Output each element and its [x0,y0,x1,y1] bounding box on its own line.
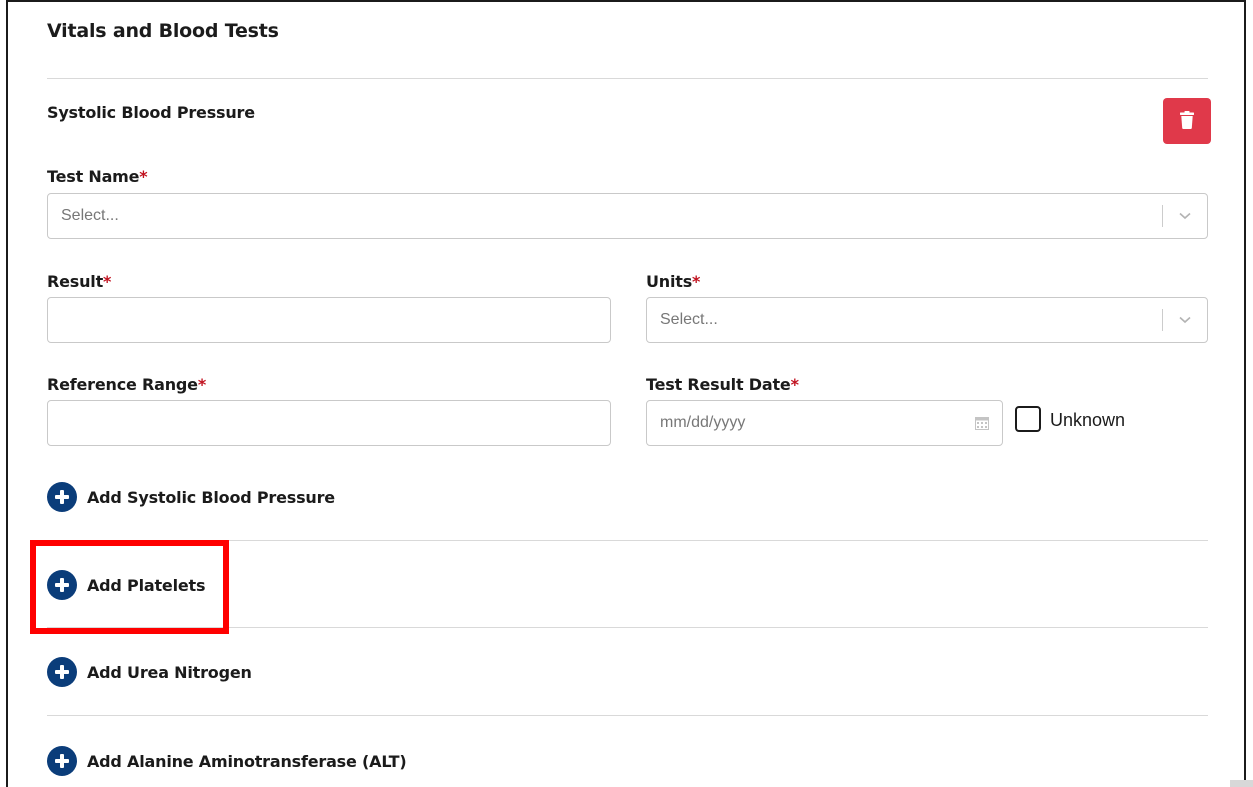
test-result-date-input[interactable]: mm/dd/yyyy [646,400,1003,446]
units-select[interactable]: Select... [646,297,1208,343]
required-mark: * [692,272,701,291]
required-mark: * [790,375,799,394]
add-systolic-blood-pressure-button[interactable]: Add Systolic Blood Pressure [47,482,335,512]
trash-icon [1180,110,1194,132]
divider [47,78,1208,79]
add-alt-button[interactable]: Add Alanine Aminotransferase (ALT) [47,746,407,776]
date-placeholder: mm/dd/yyyy [660,414,746,431]
test-result-date-label: Test Result Date* [646,375,799,394]
chevron-down-icon[interactable] [1163,212,1207,220]
unknown-checkbox[interactable] [1015,406,1041,432]
section-title: Vitals and Blood Tests [47,20,279,42]
test-name-label: Test Name* [47,167,148,186]
result-input[interactable] [47,297,611,343]
test-block-title: Systolic Blood Pressure [47,103,255,122]
required-mark: * [197,375,207,394]
add-action-label: Add Urea Nitrogen [87,662,252,682]
scrollbar-corner [1230,780,1253,787]
test-name-select[interactable]: Select... [47,193,1208,239]
plus-circle-icon [47,657,77,687]
units-placeholder: Select... [660,311,718,328]
reference-range-input[interactable] [47,400,611,446]
result-label: Result* [47,272,112,291]
plus-circle-icon [47,746,77,776]
form-frame: Vitals and Blood Tests Systolic Blood Pr… [6,0,1246,787]
units-label: Units* [646,272,701,291]
reference-range-label: Reference Range* [47,375,207,394]
required-mark: * [103,272,112,291]
unknown-checkbox-label: Unknown [1050,410,1126,430]
test-name-placeholder: Select... [61,207,119,224]
required-mark: * [139,167,148,186]
add-urea-nitrogen-button[interactable]: Add Urea Nitrogen [47,657,252,687]
delete-test-button[interactable] [1163,98,1211,144]
calendar-icon[interactable] [962,416,1002,430]
chevron-down-icon[interactable] [1163,316,1207,324]
divider [47,715,1208,716]
add-action-label: Add Alanine Aminotransferase (ALT) [87,751,407,771]
plus-circle-icon [47,482,77,512]
highlight-box [30,540,229,634]
add-action-label: Add Systolic Blood Pressure [87,487,335,507]
